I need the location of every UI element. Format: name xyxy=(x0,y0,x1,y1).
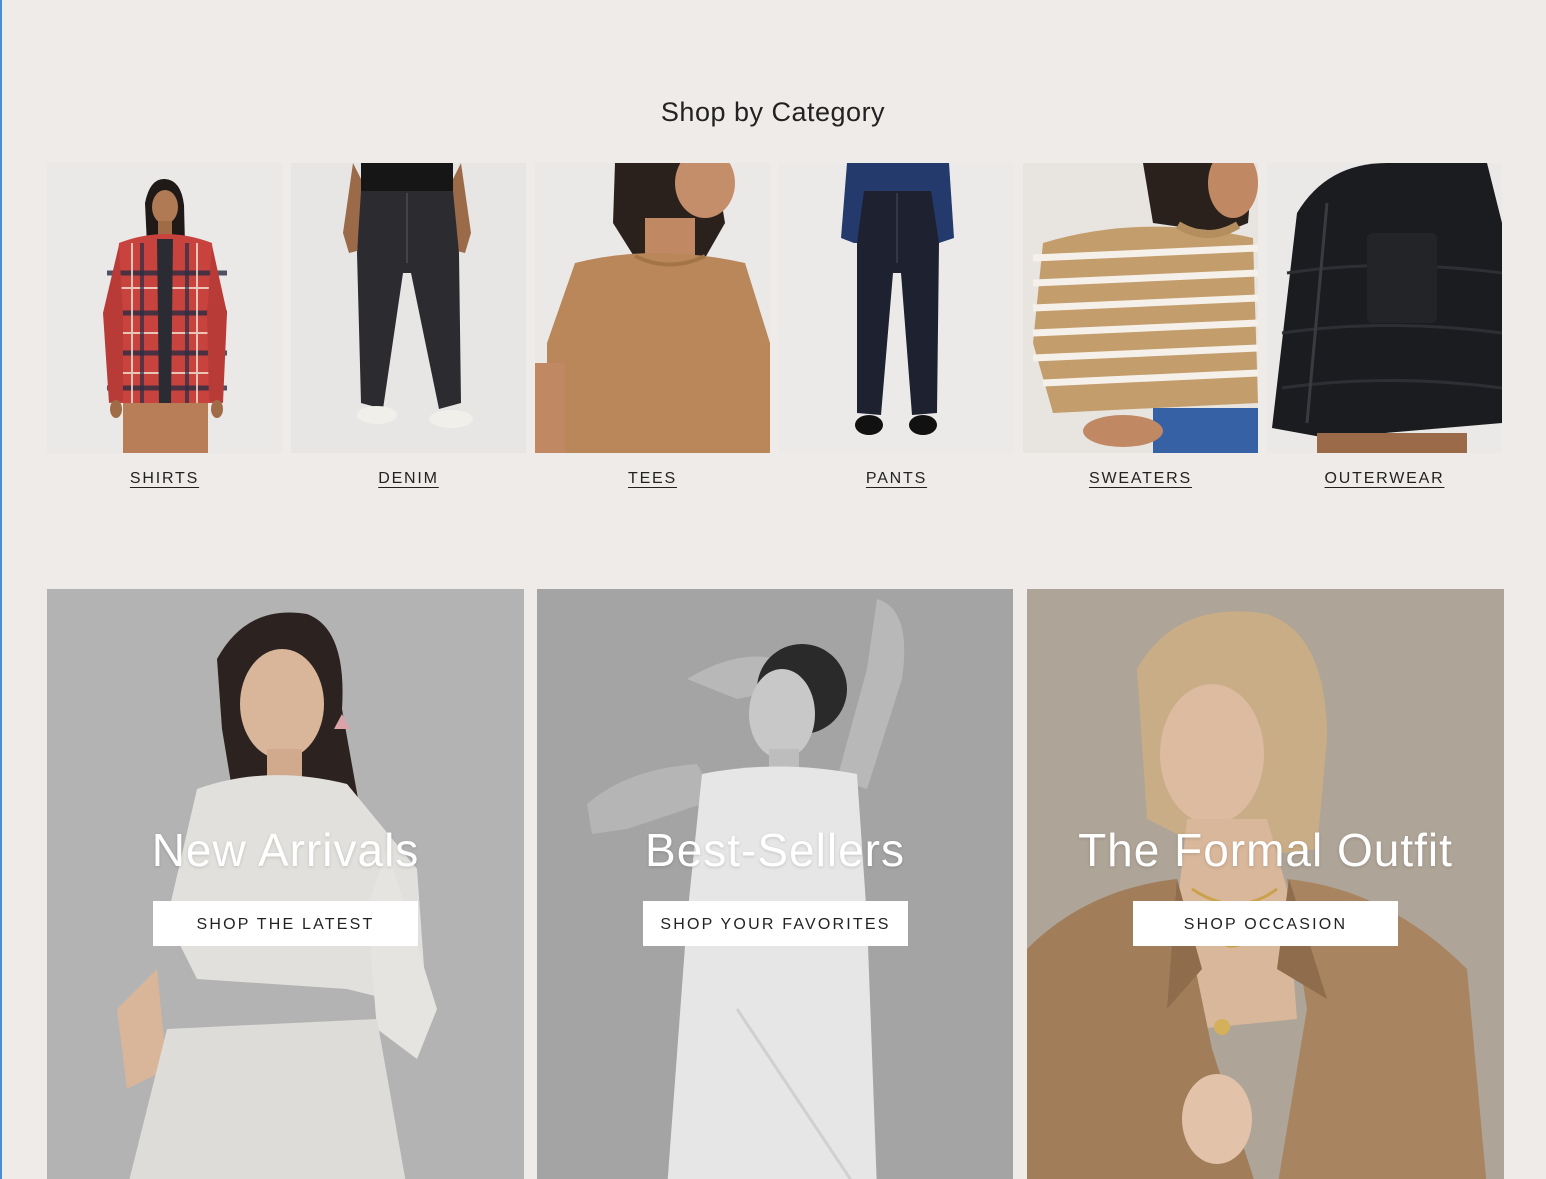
category-image-denim[interactable] xyxy=(291,163,526,453)
category-grid: SHIRTS DENIM TEES PANTS SWEATERS OUTERWE… xyxy=(47,163,1504,488)
category-card-pants[interactable]: PANTS xyxy=(779,163,1014,488)
category-label-shirts[interactable]: SHIRTS xyxy=(47,470,282,488)
promo-card-best-sellers[interactable]: Best-Sellers SHOP YOUR FAVORITES xyxy=(537,589,1013,1179)
category-label-sweaters[interactable]: SWEATERS xyxy=(1023,470,1258,488)
category-label-outerwear[interactable]: OUTERWEAR xyxy=(1267,470,1502,488)
shop-occasion-button[interactable]: SHOP OCCASION xyxy=(1133,901,1398,946)
category-card-outerwear[interactable]: OUTERWEAR xyxy=(1267,163,1502,488)
shop-the-latest-button[interactable]: SHOP THE LATEST xyxy=(153,901,418,946)
category-card-tees[interactable]: TEES xyxy=(535,163,770,488)
category-card-denim[interactable]: DENIM xyxy=(291,163,526,488)
page: Shop by Category SHIRTS DENIM TEES PANTS… xyxy=(0,0,1546,1179)
promo-image-new-arrivals xyxy=(47,589,524,1179)
promo-card-formal-outfit[interactable]: The Formal Outfit SHOP OCCASION xyxy=(1027,589,1504,1179)
category-image-outerwear[interactable] xyxy=(1267,163,1502,453)
shop-your-favorites-button[interactable]: SHOP YOUR FAVORITES xyxy=(643,901,908,946)
category-image-shirts[interactable] xyxy=(47,163,282,453)
promo-card-new-arrivals[interactable]: New Arrivals SHOP THE LATEST xyxy=(47,589,524,1179)
category-image-tees[interactable] xyxy=(535,163,770,453)
promo-image-best-sellers xyxy=(537,589,1013,1179)
promo-title-new-arrivals: New Arrivals xyxy=(151,824,420,876)
promo-title-best-sellers: Best-Sellers xyxy=(645,824,905,876)
category-image-sweaters[interactable] xyxy=(1023,163,1258,453)
category-card-sweaters[interactable]: SWEATERS xyxy=(1023,163,1258,488)
category-label-denim[interactable]: DENIM xyxy=(291,470,526,488)
category-image-pants[interactable] xyxy=(779,163,1014,453)
category-label-pants[interactable]: PANTS xyxy=(779,470,1014,488)
promo-image-formal-outfit xyxy=(1027,589,1504,1179)
section-title: Shop by Category xyxy=(660,97,886,127)
window-edge xyxy=(0,0,2,1179)
promo-grid: New Arrivals SHOP THE LATEST Best-Seller… xyxy=(47,589,1504,1179)
promo-title-formal-outfit: The Formal Outfit xyxy=(1078,824,1453,876)
category-label-tees[interactable]: TEES xyxy=(535,470,770,488)
category-card-shirts[interactable]: SHIRTS xyxy=(47,163,282,488)
